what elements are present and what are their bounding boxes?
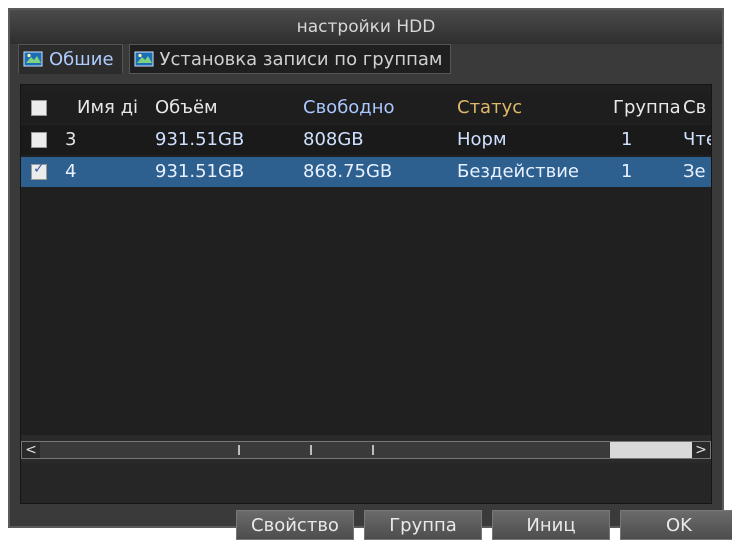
row-property: Чте (683, 129, 711, 150)
panel-footer (21, 463, 711, 503)
header-group[interactable]: Группа (613, 93, 679, 123)
row-free: 868.75GB (303, 161, 393, 182)
header-name[interactable]: Имя ді (77, 93, 155, 123)
tab-general[interactable]: Обшие (18, 44, 123, 74)
scrollbar-track[interactable] (40, 442, 610, 458)
header-property[interactable]: Св (683, 93, 711, 123)
header-free[interactable]: Свободно (303, 93, 453, 123)
tab-group-recording-label: Установка записи по группам (159, 48, 443, 70)
chevron-left-icon: < (25, 442, 37, 458)
row-checkbox-checked[interactable] (31, 161, 47, 180)
row-group: 1 (621, 161, 633, 182)
tabs-bar: Обшие Установка записи по группам (18, 44, 452, 74)
scroll-grip-mark (238, 445, 240, 455)
tab-group-recording[interactable]: Установка записи по группам (128, 44, 452, 74)
init-button[interactable]: Иниц (492, 510, 610, 540)
tab-general-label: Обшие (49, 48, 114, 70)
horizontal-scrollbar[interactable]: < > (21, 441, 711, 459)
row-property: Зе (683, 161, 706, 182)
row-status: Норм (457, 129, 507, 150)
row-name: 3 (65, 129, 77, 150)
table-row-selected[interactable]: 4 931.51GB 868.75GB Бездействие 1 Зе (21, 157, 711, 187)
scroll-grip-mark (310, 445, 312, 455)
row-status: Бездействие (457, 161, 579, 182)
row-free: 808GB (303, 129, 364, 150)
row-group: 1 (621, 129, 633, 150)
select-all-checkbox[interactable] (31, 100, 47, 116)
table-row[interactable]: 3 931.51GB 808GB Норм 1 Чте (21, 125, 711, 155)
hdd-table: Имя ді Объём Свободно Статус Группа Св 3… (21, 85, 711, 435)
group-button[interactable]: Группа (364, 510, 482, 540)
row-volume: 931.51GB (155, 161, 245, 182)
scroll-left-button[interactable]: < (22, 442, 40, 458)
tab-image-icon (23, 51, 43, 67)
properties-button[interactable]: Свойство (236, 510, 354, 540)
header-volume[interactable]: Объём (155, 93, 295, 123)
action-buttons: Свойство Группа Иниц OK (236, 510, 732, 540)
scroll-grip-mark (372, 445, 374, 455)
scroll-right-button[interactable]: > (692, 442, 710, 458)
header-status[interactable]: Статус (457, 93, 613, 123)
ok-button[interactable]: OK (620, 510, 732, 540)
row-checkbox[interactable] (31, 132, 47, 148)
hdd-settings-window: настройки HDD Обшие Установка записи по … (8, 8, 732, 540)
table-header-row: Имя ді Объём Свободно Статус Группа Св (21, 93, 711, 123)
row-name: 4 (65, 161, 77, 182)
row-volume: 931.51GB (155, 129, 245, 150)
chevron-right-icon: > (695, 442, 707, 458)
tab-image-icon (134, 51, 154, 67)
window-title: настройки HDD (10, 10, 722, 44)
hdd-table-panel: Имя ді Объём Свободно Статус Группа Св 3… (20, 84, 712, 504)
